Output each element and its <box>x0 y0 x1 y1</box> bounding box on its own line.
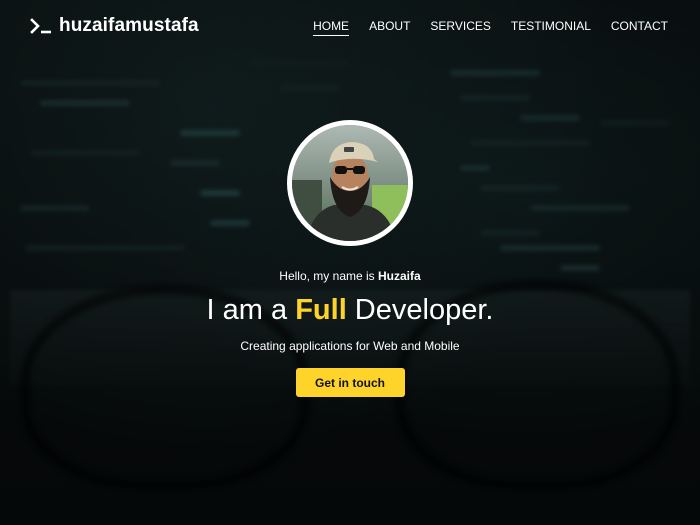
nav-item-about[interactable]: ABOUT <box>369 17 410 36</box>
brand-logo[interactable]: huzaifamustafa <box>30 15 199 37</box>
greeting-prefix: Hello, my name is <box>279 269 378 283</box>
nav-item-home[interactable]: HOME <box>313 17 350 36</box>
hero-headline: I am a Full Developer. <box>207 293 494 327</box>
nav-item-contact[interactable]: CONTACT <box>611 17 668 36</box>
nav-item-services[interactable]: SERVICES <box>430 17 490 36</box>
brand-name: huzaifamustafa <box>59 15 199 36</box>
greeting-text: Hello, my name is Huzaifa <box>279 269 420 283</box>
headline-prefix: I am a <box>206 294 296 326</box>
nav-item-testimonial[interactable]: TESTIMONIAL <box>511 17 591 36</box>
greeting-name: Huzaifa <box>378 269 421 283</box>
headline-suffix: Developer. <box>346 294 494 326</box>
terminal-prompt-icon <box>30 18 52 34</box>
hero-content: Hello, my name is Huzaifa I am a Full De… <box>0 120 700 397</box>
top-navbar: huzaifamustafa HOME ABOUT SERVICES TESTI… <box>0 0 700 52</box>
hero-subtitle: Creating applications for Web and Mobile <box>240 339 460 353</box>
get-in-touch-button[interactable]: Get in touch <box>295 368 405 397</box>
avatar <box>287 120 413 246</box>
nav-menu: HOME ABOUT SERVICES TESTIMONIAL CONTACT <box>313 17 668 36</box>
headline-highlight: Full <box>295 294 347 326</box>
profile-photo <box>292 125 408 241</box>
hero-section: huzaifamustafa HOME ABOUT SERVICES TESTI… <box>0 0 700 525</box>
